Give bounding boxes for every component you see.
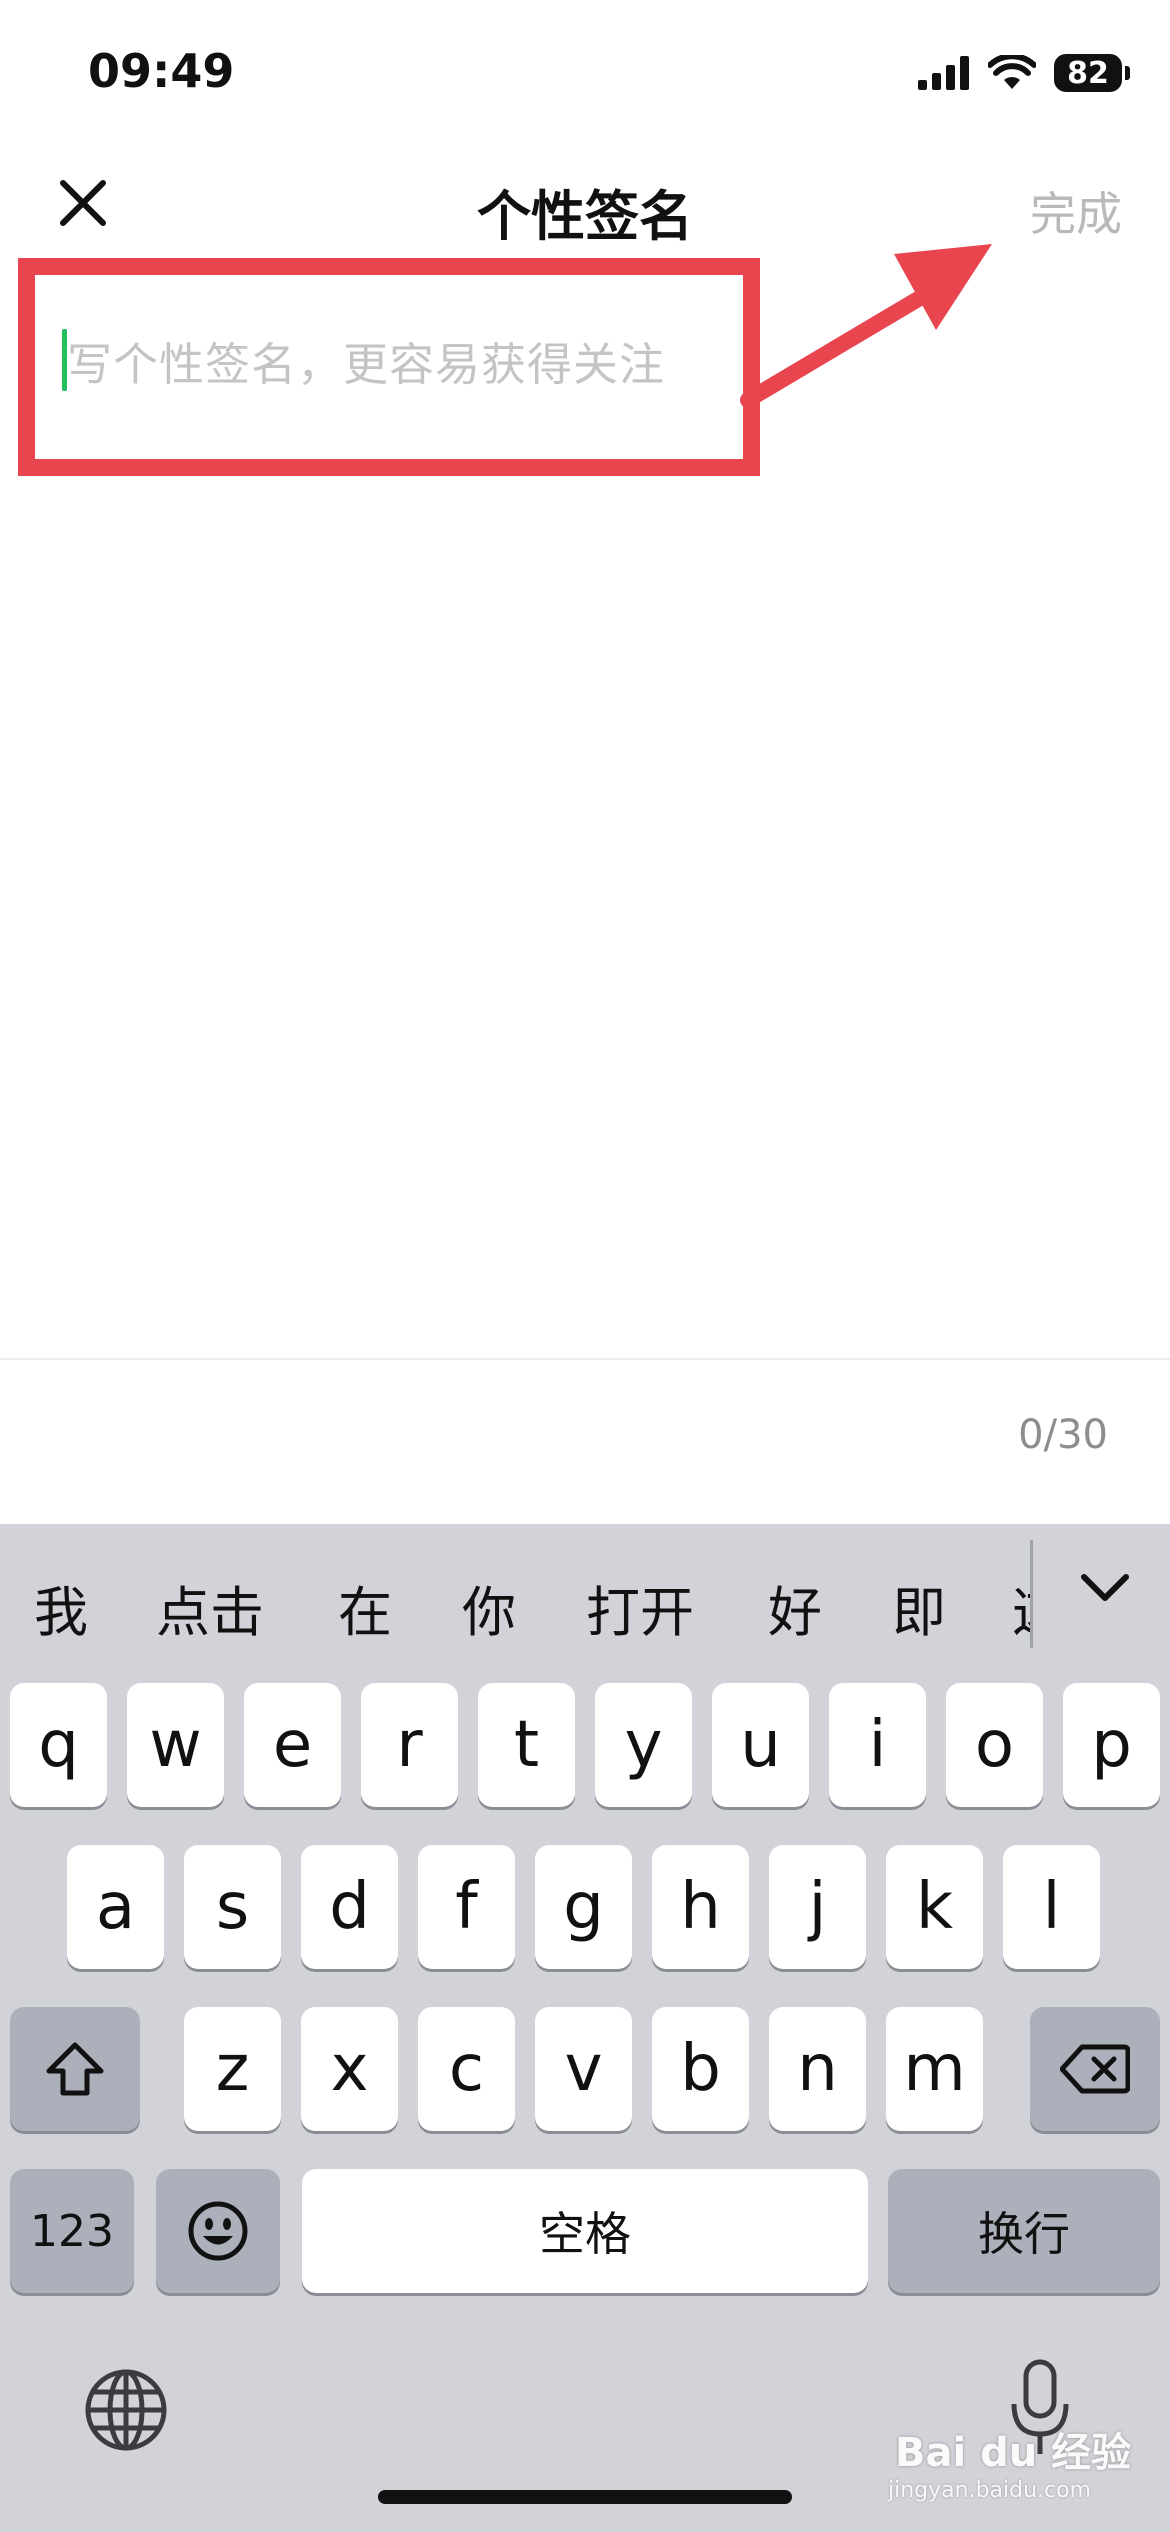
key-x[interactable]: x xyxy=(301,2007,398,2131)
candidate-word[interactable]: 在 xyxy=(338,1568,392,1647)
key-n[interactable]: n xyxy=(769,2007,866,2131)
wifi-icon xyxy=(988,55,1036,89)
key-v[interactable]: v xyxy=(535,2007,632,2131)
key-p[interactable]: p xyxy=(1063,1683,1160,1807)
delete-key[interactable] xyxy=(1030,2007,1160,2131)
shift-icon xyxy=(46,2042,104,2096)
key-y[interactable]: y xyxy=(595,1683,692,1807)
counter-strip xyxy=(0,1358,1170,1528)
numbers-key[interactable]: 123 xyxy=(10,2169,134,2293)
key-r[interactable]: r xyxy=(361,1683,458,1807)
candidate-word[interactable]: 你 xyxy=(462,1568,516,1647)
char-counter: 0/30 xyxy=(1018,1412,1108,1458)
candidate-separator xyxy=(1030,1540,1033,1648)
key-z[interactable]: z xyxy=(184,2007,281,2131)
key-l[interactable]: l xyxy=(1003,1845,1100,1969)
key-j[interactable]: j xyxy=(769,1845,866,1969)
globe-icon xyxy=(85,2369,167,2451)
home-indicator[interactable] xyxy=(378,2490,792,2504)
battery-level: 82 xyxy=(1067,55,1109,91)
key-d[interactable]: d xyxy=(301,1845,398,1969)
key-h[interactable]: h xyxy=(652,1845,749,1969)
switch-keyboard-button[interactable] xyxy=(84,2368,168,2452)
expand-candidates-button[interactable] xyxy=(1070,1555,1140,1625)
key-w[interactable]: w xyxy=(127,1683,224,1807)
emoji-icon xyxy=(188,2201,248,2261)
candidate-word[interactable]: 即 xyxy=(892,1568,946,1647)
shift-key[interactable] xyxy=(10,2007,140,2131)
key-t[interactable]: t xyxy=(478,1683,575,1807)
chevron-down-icon xyxy=(1081,1574,1129,1601)
emoji-key[interactable] xyxy=(156,2169,280,2293)
key-q[interactable]: q xyxy=(10,1683,107,1807)
key-g[interactable]: g xyxy=(535,1845,632,1969)
return-key[interactable]: 换行 xyxy=(888,2169,1160,2293)
candidate-word[interactable]: 打开 xyxy=(586,1568,694,1647)
status-time: 09:49 xyxy=(88,44,235,98)
annotation-arrow-icon xyxy=(740,244,992,408)
key-m[interactable]: m xyxy=(886,2007,983,2131)
candidate-word[interactable]: 这 xyxy=(1012,1568,1030,1647)
watermark-url: jingyan.baidu.com xyxy=(888,2478,1092,2503)
key-u[interactable]: u xyxy=(712,1683,809,1807)
key-k[interactable]: k xyxy=(886,1845,983,1969)
key-a[interactable]: a xyxy=(67,1845,164,1969)
key-o[interactable]: o xyxy=(946,1683,1043,1807)
key-b[interactable]: b xyxy=(652,2007,749,2131)
space-key[interactable]: 空格 xyxy=(302,2169,868,2293)
key-e[interactable]: e xyxy=(244,1683,341,1807)
key-c[interactable]: c xyxy=(418,2007,515,2131)
candidate-word[interactable]: 我 xyxy=(34,1568,88,1647)
candidate-word[interactable]: 好 xyxy=(768,1568,822,1647)
baidu-watermark: Bai du 经验 xyxy=(895,2430,1132,2476)
status-icons: 82 xyxy=(918,50,1130,96)
battery-icon: 82 xyxy=(1054,54,1130,92)
key-s[interactable]: s xyxy=(184,1845,281,1969)
backspace-icon xyxy=(1060,2044,1130,2094)
annotation-highlight-box xyxy=(18,258,760,476)
done-button[interactable]: 完成 xyxy=(1030,178,1122,244)
key-i[interactable]: i xyxy=(829,1683,926,1807)
candidate-word[interactable]: 点击 xyxy=(156,1568,264,1647)
cellular-signal-icon xyxy=(918,56,969,90)
key-f[interactable]: f xyxy=(418,1845,515,1969)
